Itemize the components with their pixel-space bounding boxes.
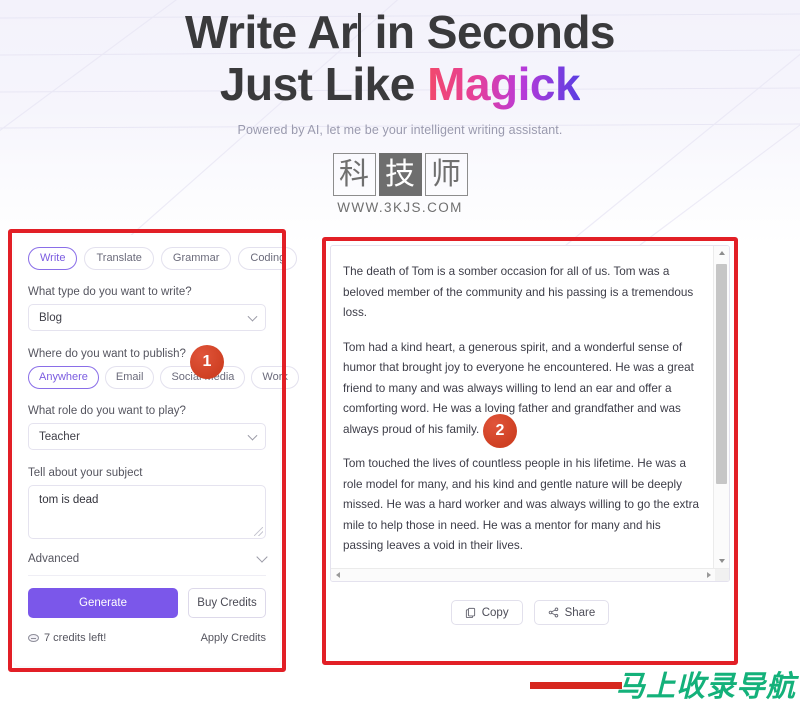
logo-url-text: WWW.3KJS.COM [337, 200, 463, 216]
watermark-bar [529, 682, 622, 689]
annotation-box-left [8, 229, 286, 673]
logo-char-2: 技 [378, 153, 422, 197]
headline-line-2: Just Like Magick [0, 57, 800, 110]
logo-char-1: 科 [332, 153, 376, 197]
annotation-badge-1: 1 [190, 345, 224, 379]
headline-line-1: Write Ar in Seconds [0, 6, 800, 58]
headline-part-c: Just Like [219, 57, 428, 110]
annotation-box-right [322, 237, 738, 666]
headline-part-a: Write Ar [184, 6, 358, 58]
logo-character-boxes: 科 技 师 [332, 153, 468, 197]
text-caret-icon [358, 13, 362, 57]
logo-char-3: 师 [424, 153, 468, 197]
watermark: 马上收录导航 [529, 669, 800, 705]
annotation-badge-2: 2 [483, 414, 517, 448]
watermark-text: 马上收录导航 [615, 669, 796, 703]
hero-tagline: Powered by AI, let me be your intelligen… [237, 123, 563, 138]
headline-part-b: in Seconds [362, 6, 616, 58]
site-logo: 科 技 师 WWW.3KJS.COM [0, 153, 800, 215]
headline-magick: Magick [427, 57, 581, 110]
hero-section: Write Ar in Seconds Just Like Magick Pow… [0, 0, 800, 215]
